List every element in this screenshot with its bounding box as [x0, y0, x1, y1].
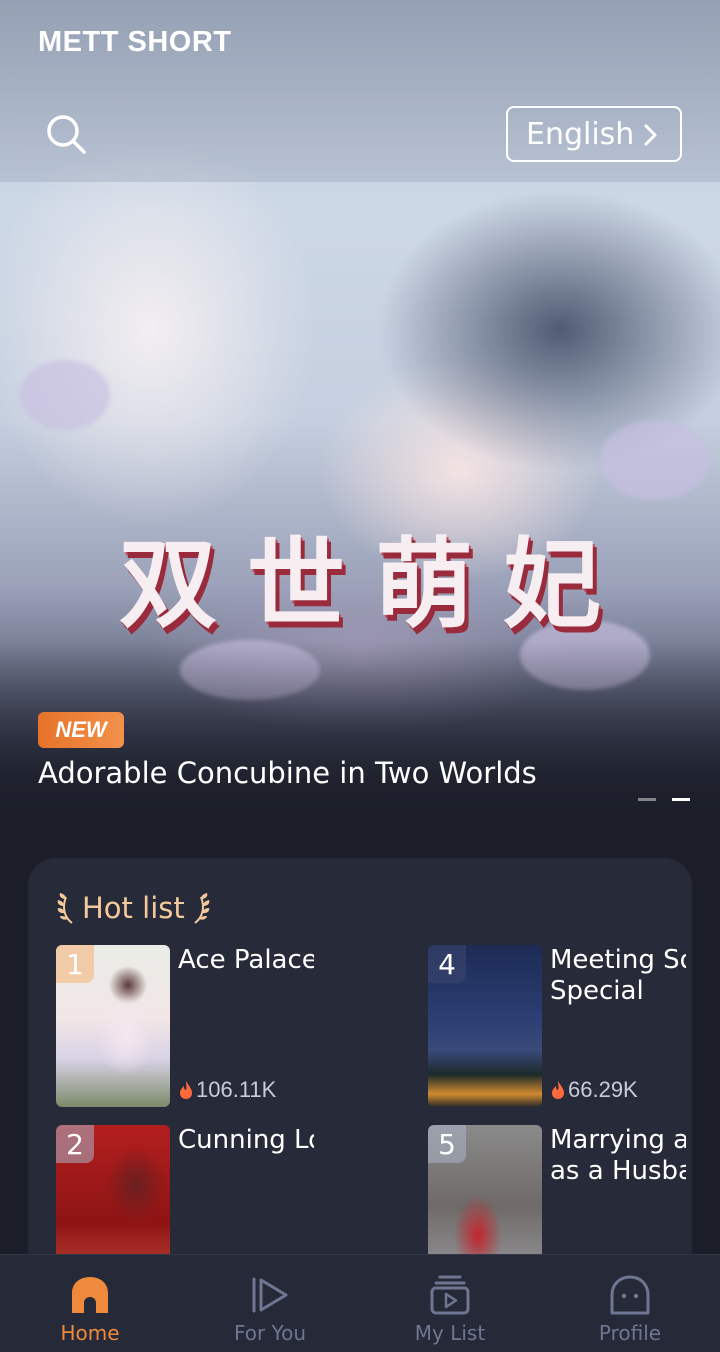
drama-title[interactable]: Cunning Love — [178, 1125, 314, 1156]
chevron-right-icon — [644, 124, 657, 146]
view-count: 66.29K — [550, 1077, 638, 1103]
hot-list-item[interactable]: 4 Meeting So Special 66.29K — [428, 945, 720, 1109]
carousel-dot-active[interactable] — [672, 798, 690, 801]
blossom-decoration — [600, 420, 710, 500]
search-button[interactable] — [44, 112, 88, 156]
play-icon — [252, 1277, 288, 1313]
drama-thumbnail[interactable]: 1 — [56, 945, 170, 1107]
nav-home[interactable]: Home — [0, 1255, 180, 1352]
language-label: English — [526, 116, 635, 152]
rank-badge: 4 — [428, 945, 466, 983]
mylist-icon — [430, 1275, 470, 1315]
blossom-decoration — [20, 360, 110, 430]
hot-list-title: Hot list — [82, 891, 185, 925]
new-badge: NEW — [38, 712, 124, 748]
view-count-value: 106.11K — [196, 1077, 277, 1102]
nav-label: For You — [233, 1321, 307, 1345]
language-selector[interactable]: English — [506, 106, 682, 162]
rank-badge: 5 — [428, 1125, 466, 1163]
poster-title-char: 双 — [118, 528, 217, 642]
drama-title-line: Marrying a — [550, 1125, 686, 1155]
poster-title-char: 萌 — [375, 528, 474, 642]
view-count: 106.11K — [178, 1077, 276, 1103]
nav-profile[interactable]: Profile — [540, 1255, 720, 1352]
laurel-left-icon — [57, 893, 73, 924]
hero-title[interactable]: Adorable Concubine in Two Worlds — [38, 756, 537, 790]
nav-my-list[interactable]: My List — [360, 1255, 540, 1352]
profile-icon — [610, 1275, 650, 1315]
bottom-nav: Home For You My List Profile — [0, 1254, 720, 1352]
search-icon — [47, 115, 86, 154]
poster-title-char: 世 — [246, 528, 345, 642]
carousel-dot[interactable] — [638, 798, 656, 801]
drama-title[interactable]: Meeting So Special — [550, 945, 686, 1007]
drama-title-line: Meeting So — [550, 945, 686, 975]
rank-badge: 1 — [56, 945, 94, 983]
laurel-right-icon — [194, 893, 210, 924]
drama-title[interactable]: Marrying a as a Husba — [550, 1125, 686, 1187]
drama-title-line: Special — [550, 976, 644, 1006]
nav-label: Home — [60, 1321, 120, 1345]
rank-badge: 2 — [56, 1125, 94, 1163]
nav-label: Profile — [598, 1321, 662, 1345]
fire-icon — [180, 1081, 192, 1099]
fire-icon — [552, 1081, 564, 1099]
view-count-value: 66.29K — [568, 1077, 638, 1102]
new-badge-label: NEW — [55, 717, 107, 742]
hot-list-header: Hot list — [56, 888, 211, 928]
drama-title[interactable]: Ace Palace Maid — [178, 945, 314, 976]
hot-list-item[interactable]: 1 Ace Palace Maid 106.11K — [56, 945, 376, 1109]
drama-thumbnail[interactable]: 4 — [428, 945, 542, 1107]
nav-for-you[interactable]: For You — [180, 1255, 360, 1352]
poster-title: 双 世 萌 妃 — [0, 505, 720, 647]
app-root: 双 世 萌 妃 METT SHORT English NEW Adorable … — [0, 0, 720, 1352]
carousel-indicator — [638, 798, 690, 801]
drama-title-line: as a Husba — [550, 1156, 686, 1186]
home-icon — [72, 1277, 108, 1313]
poster-title-char: 妃 — [503, 528, 602, 642]
app-brand: METT SHORT — [38, 26, 232, 58]
nav-label: My List — [414, 1321, 486, 1345]
